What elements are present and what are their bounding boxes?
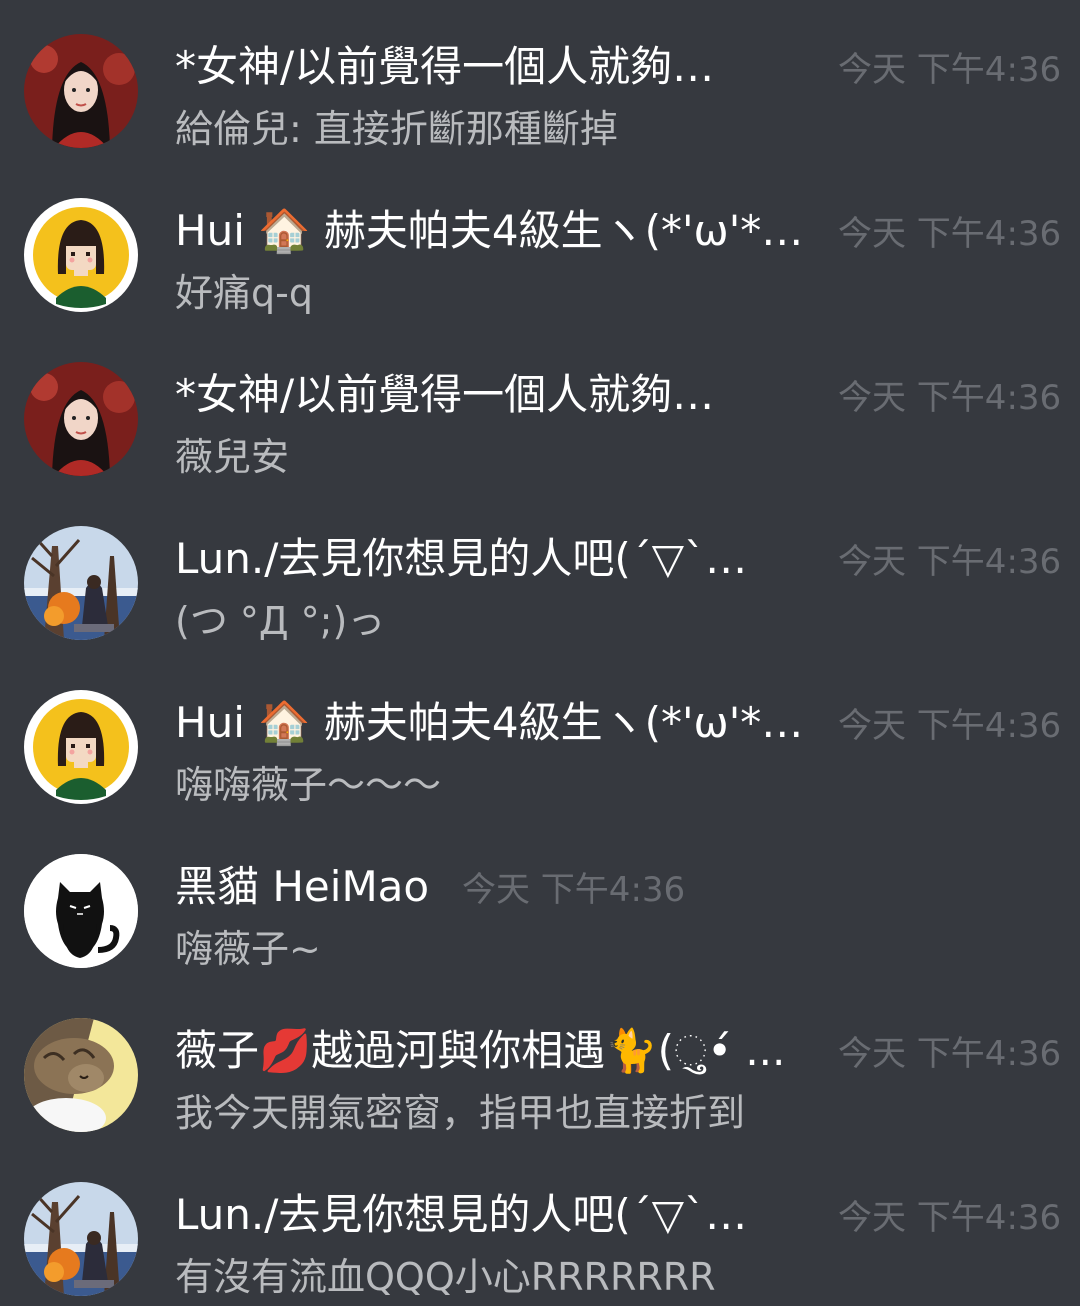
author-name[interactable]: *女神/以前覺得一個人就夠… (175, 40, 815, 94)
user-avatar[interactable] (24, 854, 138, 968)
timestamp: 今天 下午4:36 (838, 50, 1062, 90)
timestamp: 今天 下午4:36 (838, 542, 1062, 582)
timestamp: 今天 下午4:36 (838, 1198, 1062, 1238)
user-avatar[interactable] (24, 1018, 138, 1132)
message-text: 好痛q-q (175, 271, 313, 315)
message-text: 給倫兒: 直接折斷那種斷掉 (175, 107, 618, 151)
message-text: 嗨薇子~ (175, 927, 321, 971)
user-avatar[interactable] (24, 198, 138, 312)
message-text: 有沒有流血QQQ小心RRRRRRR (175, 1255, 716, 1299)
message-text: (つ °Д °;)っ (175, 599, 386, 643)
message-item[interactable]: *女神/以前覺得一個人就夠… 今天 下午4:36 給倫兒: 直接折斷那種斷掉 (0, 0, 1080, 164)
user-avatar[interactable] (24, 1182, 138, 1296)
timestamp: 今天 下午4:36 (838, 214, 1062, 254)
timestamp: 今天 下午4:36 (462, 870, 686, 910)
user-avatar[interactable] (24, 362, 138, 476)
author-name[interactable]: 黑貓 HeiMao (175, 860, 429, 914)
message-text: 薇兒安 (175, 435, 290, 479)
message-item[interactable]: Lun./去見你想見的人吧(´▽`… 今天 下午4:36 有沒有流血QQQ小心R… (0, 1148, 1080, 1306)
author-name[interactable]: *女神/以前覺得一個人就夠… (175, 368, 815, 422)
author-name[interactable]: Lun./去見你想見的人吧(´▽`… (175, 1188, 815, 1242)
author-name[interactable]: Hui 🏠 赫夫帕夫4級生ヽ(*'ω'*… (175, 204, 815, 258)
timestamp: 今天 下午4:36 (838, 706, 1062, 746)
message-text: 我今天開氣密窗，指甲也直接折到 (175, 1091, 746, 1135)
message-list: *女神/以前覺得一個人就夠… 今天 下午4:36 給倫兒: 直接折斷那種斷掉 H… (0, 0, 1080, 1306)
author-name[interactable]: Hui 🏠 赫夫帕夫4級生ヽ(*'ω'*… (175, 696, 815, 750)
user-avatar[interactable] (24, 690, 138, 804)
message-text: 嗨嗨薇子～～～ (175, 763, 442, 807)
message-item[interactable]: Hui 🏠 赫夫帕夫4級生ヽ(*'ω'*… 今天 下午4:36 嗨嗨薇子～～～ (0, 656, 1080, 820)
user-avatar[interactable] (24, 34, 138, 148)
message-item[interactable]: Lun./去見你想見的人吧(´▽`… 今天 下午4:36 (つ °Д °;)っ (0, 492, 1080, 656)
author-name[interactable]: 薇子💋越過河與你相遇🐈(ુ•́ ... (175, 1024, 815, 1078)
message-item[interactable]: 薇子💋越過河與你相遇🐈(ુ•́ ... 今天 下午4:36 我今天開氣密窗，指甲… (0, 984, 1080, 1148)
message-item[interactable]: Hui 🏠 赫夫帕夫4級生ヽ(*'ω'*… 今天 下午4:36 好痛q-q (0, 164, 1080, 328)
message-item[interactable]: *女神/以前覺得一個人就夠… 今天 下午4:36 薇兒安 (0, 328, 1080, 492)
user-avatar[interactable] (24, 526, 138, 640)
author-name[interactable]: Lun./去見你想見的人吧(´▽`… (175, 532, 815, 586)
timestamp: 今天 下午4:36 (838, 378, 1062, 418)
timestamp: 今天 下午4:36 (838, 1034, 1062, 1074)
message-item[interactable]: 黑貓 HeiMao 今天 下午4:36 嗨薇子~ (0, 820, 1080, 984)
